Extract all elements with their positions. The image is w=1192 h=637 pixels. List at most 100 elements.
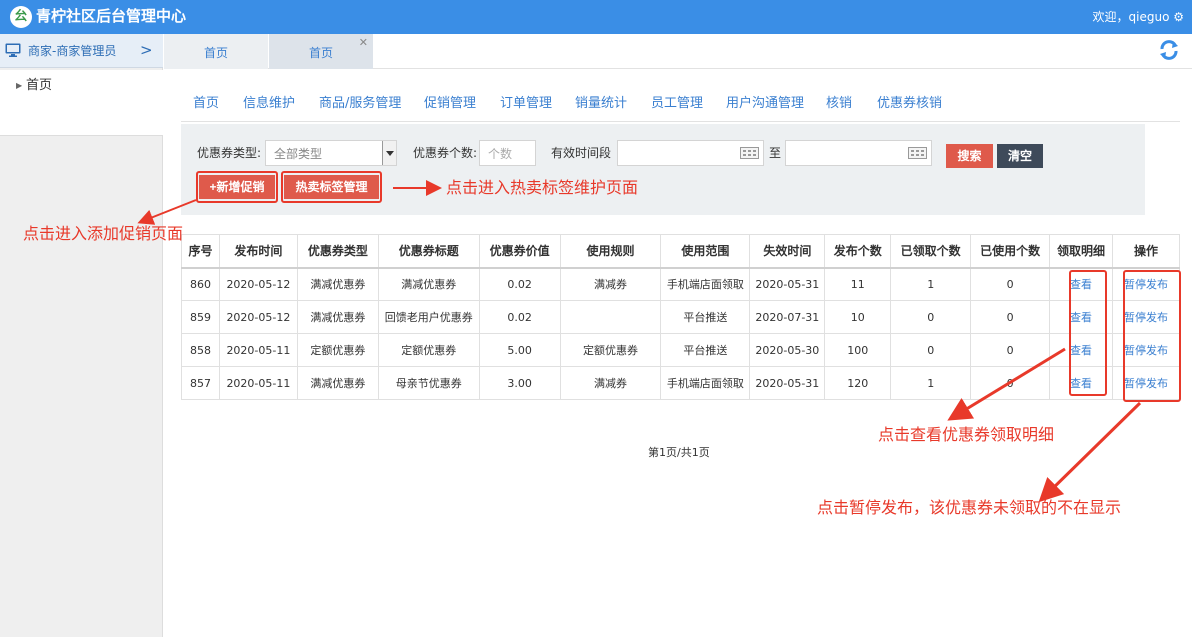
cell-expiry: 2020-07-31 bbox=[749, 300, 826, 334]
annotation-hot-tag: 点击进入热卖标签维护页面 bbox=[446, 178, 639, 197]
table-row: 857 2020-05-11 满减优惠券 母亲节优惠券 3.00 满减券 手机端… bbox=[181, 366, 1180, 400]
annotation-pause: 点击暂停发布，该优惠券未领取的不在显示 bbox=[817, 498, 1122, 517]
arrow-pause bbox=[1038, 401, 1142, 503]
cell-claimed-count: 1 bbox=[890, 267, 972, 301]
cell-id: 857 bbox=[181, 366, 220, 400]
cell-usage-scope: 平台推送 bbox=[660, 300, 751, 334]
coupon-count-placeholder: 个数 bbox=[488, 147, 513, 161]
sidebar-item-label: 首页 bbox=[26, 78, 53, 93]
coupon-type-select[interactable]: 全部类型 bbox=[265, 140, 397, 166]
coupon-count-input[interactable]: 个数 bbox=[479, 140, 536, 166]
cell-coupon-title: 定额优惠券 bbox=[377, 333, 480, 367]
cell-usage-rule bbox=[559, 300, 662, 334]
cell-usage-rule: 满减券 bbox=[559, 267, 662, 301]
table-row: 860 2020-05-12 满减优惠券 满减优惠券 0.02 满减券 手机端店… bbox=[181, 267, 1180, 301]
nav-coupon-verify[interactable]: 优惠券核销 bbox=[877, 95, 942, 113]
nav-sales[interactable]: 销量统计 bbox=[575, 95, 627, 113]
cell-expiry: 2020-05-31 bbox=[749, 366, 826, 400]
valid-period-label: 有效时间段 bbox=[551, 146, 612, 160]
col-coupon-type: 优惠券类型 bbox=[296, 234, 379, 268]
cell-claimed-count: 0 bbox=[890, 300, 972, 334]
cell-usage-rule: 定额优惠券 bbox=[559, 333, 662, 367]
nav-communication[interactable]: 用户沟通管理 bbox=[726, 95, 804, 113]
cell-coupon-value: 0.02 bbox=[478, 267, 561, 301]
top-bar: 㕕 青柠社区后台管理中心 欢迎，qieguo ⚙ bbox=[0, 0, 1192, 34]
tab-bar: 首页 首页 ✕ bbox=[164, 34, 1192, 69]
cell-issue-count: 100 bbox=[824, 333, 892, 367]
cell-issue-count: 11 bbox=[824, 267, 892, 301]
chevron-down-icon bbox=[382, 141, 396, 165]
cell-usage-scope: 平台推送 bbox=[660, 333, 751, 367]
coupon-table: 序号 发布时间 优惠券类型 优惠券标题 优惠券价值 使用规则 使用范围 失效时间… bbox=[181, 234, 1180, 400]
pagination-info: 第1页/共1页 bbox=[648, 446, 710, 459]
cell-coupon-type: 满减优惠券 bbox=[296, 300, 379, 334]
annotation-view-detail: 点击查看优惠券领取明细 bbox=[878, 425, 1055, 444]
col-expiry: 失效时间 bbox=[749, 234, 826, 268]
col-issue-count: 发布个数 bbox=[824, 234, 892, 268]
annotation-add-promo: 点击进入添加促销页面 bbox=[23, 224, 184, 243]
cell-used-count: 0 bbox=[970, 333, 1051, 367]
col-coupon-value: 优惠券价值 bbox=[478, 234, 561, 268]
search-button[interactable]: 搜索 bbox=[946, 144, 993, 168]
caret-right-icon: ▶ bbox=[16, 81, 23, 90]
close-icon[interactable]: ✕ bbox=[359, 24, 368, 62]
calendar-icon[interactable] bbox=[908, 147, 927, 159]
col-claim-detail: 领取明细 bbox=[1049, 234, 1113, 268]
nav-orders[interactable]: 订单管理 bbox=[500, 95, 552, 113]
calendar-icon[interactable] bbox=[740, 147, 759, 159]
cell-issue-count: 10 bbox=[824, 300, 892, 334]
nav-goods[interactable]: 商品/服务管理 bbox=[319, 95, 401, 113]
highlight-hot-tag-button bbox=[281, 171, 382, 203]
app-logo-icon: 㕕 bbox=[10, 6, 32, 28]
monitor-icon bbox=[5, 43, 21, 57]
merchant-switcher[interactable]: 商家-商家管理员 > bbox=[0, 34, 163, 68]
nav-info[interactable]: 信息维护 bbox=[243, 95, 295, 113]
welcome-user-menu[interactable]: 欢迎，qieguo ⚙ bbox=[1093, 9, 1184, 25]
sidebar-item-home[interactable]: ▶ 首页 bbox=[0, 70, 163, 136]
table-header-row: 序号 发布时间 优惠券类型 优惠券标题 优惠券价值 使用规则 使用范围 失效时间… bbox=[181, 234, 1180, 268]
nav-home[interactable]: 首页 bbox=[193, 95, 219, 113]
chevron-right-icon[interactable]: > bbox=[140, 41, 153, 59]
cell-coupon-value: 5.00 bbox=[478, 333, 561, 367]
coupon-count-label: 优惠券个数: bbox=[413, 146, 478, 160]
nav-promotion[interactable]: 促销管理 bbox=[424, 95, 476, 113]
cell-used-count: 0 bbox=[970, 267, 1051, 301]
nav-divider bbox=[181, 121, 1180, 122]
tab-label: 首页 bbox=[203, 46, 228, 60]
cell-used-count: 0 bbox=[970, 366, 1051, 400]
tab-home-2[interactable]: 首页 ✕ bbox=[269, 34, 373, 69]
tab-label: 首页 bbox=[308, 46, 333, 60]
col-publish-time: 发布时间 bbox=[218, 234, 298, 268]
col-actions: 操作 bbox=[1112, 234, 1180, 268]
highlight-view-column bbox=[1069, 270, 1107, 396]
col-usage-scope: 使用范围 bbox=[660, 234, 751, 268]
cell-usage-scope: 手机端店面领取 bbox=[660, 267, 751, 301]
coupon-type-value: 全部类型 bbox=[274, 147, 323, 161]
cell-coupon-title: 满减优惠券 bbox=[377, 267, 480, 301]
cell-coupon-title: 回馈老用户优惠券 bbox=[377, 300, 480, 334]
cell-publish-time: 2020-05-12 bbox=[218, 300, 298, 334]
coupon-type-label: 优惠券类型: bbox=[197, 146, 262, 160]
date-to-label: 至 bbox=[769, 146, 782, 160]
refresh-icon[interactable] bbox=[1158, 39, 1180, 61]
cell-coupon-value: 0.02 bbox=[478, 300, 561, 334]
cell-coupon-value: 3.00 bbox=[478, 366, 561, 400]
nav-staff[interactable]: 员工管理 bbox=[651, 95, 703, 113]
cell-coupon-type: 满减优惠券 bbox=[296, 366, 379, 400]
col-id: 序号 bbox=[181, 234, 220, 268]
clear-button[interactable]: 清空 bbox=[997, 144, 1043, 168]
col-coupon-title: 优惠券标题 bbox=[377, 234, 480, 268]
nav-verify[interactable]: 核销 bbox=[826, 95, 852, 113]
cell-expiry: 2020-05-31 bbox=[749, 267, 826, 301]
cell-issue-count: 120 bbox=[824, 366, 892, 400]
cell-publish-time: 2020-05-12 bbox=[218, 267, 298, 301]
cell-usage-scope: 手机端店面领取 bbox=[660, 366, 751, 400]
end-date-input[interactable] bbox=[785, 140, 932, 166]
sidebar: 商家-商家管理员 > ▶ 首页 bbox=[0, 34, 163, 637]
cell-publish-time: 2020-05-11 bbox=[218, 333, 298, 367]
start-date-input[interactable] bbox=[617, 140, 764, 166]
tab-home-1[interactable]: 首页 bbox=[164, 34, 268, 69]
cell-id: 859 bbox=[181, 300, 220, 334]
cell-coupon-type: 定额优惠券 bbox=[296, 333, 379, 367]
cell-coupon-type: 满减优惠券 bbox=[296, 267, 379, 301]
